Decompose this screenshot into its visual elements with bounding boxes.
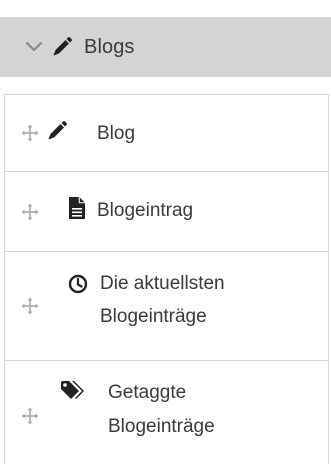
blogs-section-header[interactable]: Blogs bbox=[0, 17, 331, 77]
drag-handle-icon[interactable] bbox=[21, 407, 39, 425]
file-icon bbox=[68, 196, 86, 220]
list-item-label: Blogeintrag bbox=[97, 200, 194, 221]
drag-handle-icon[interactable] bbox=[21, 203, 39, 221]
tags-icon bbox=[60, 380, 88, 402]
list-item-label-line2: Blogeinträge bbox=[100, 306, 207, 327]
list-item-blog[interactable]: Blog bbox=[5, 95, 328, 172]
list-item-label-line1: Getaggte bbox=[108, 382, 187, 403]
drag-handle-icon[interactable] bbox=[21, 297, 39, 315]
list-item-label: Blog bbox=[97, 123, 136, 144]
list-item-label-line1: Die aktuellsten bbox=[100, 273, 225, 294]
drag-handle-icon[interactable] bbox=[21, 124, 39, 142]
blog-elements-list: Blog Blogeintrag Die aktuellsten Blogein… bbox=[4, 94, 329, 464]
chevron-down-icon[interactable] bbox=[23, 36, 45, 58]
section-title: Blogs bbox=[84, 35, 135, 58]
pencil-icon bbox=[51, 36, 73, 58]
pencil-icon bbox=[46, 120, 68, 142]
list-item-latest-blog-entries[interactable]: Die aktuellsten Blogeinträge bbox=[5, 252, 328, 361]
list-item-label-line2: Blogeinträge bbox=[108, 416, 215, 437]
clock-icon bbox=[68, 274, 88, 294]
list-item-tagged-blog-entries[interactable]: Getaggte Blogeinträge bbox=[5, 361, 328, 464]
list-item-blogeintrag[interactable]: Blogeintrag bbox=[5, 172, 328, 252]
